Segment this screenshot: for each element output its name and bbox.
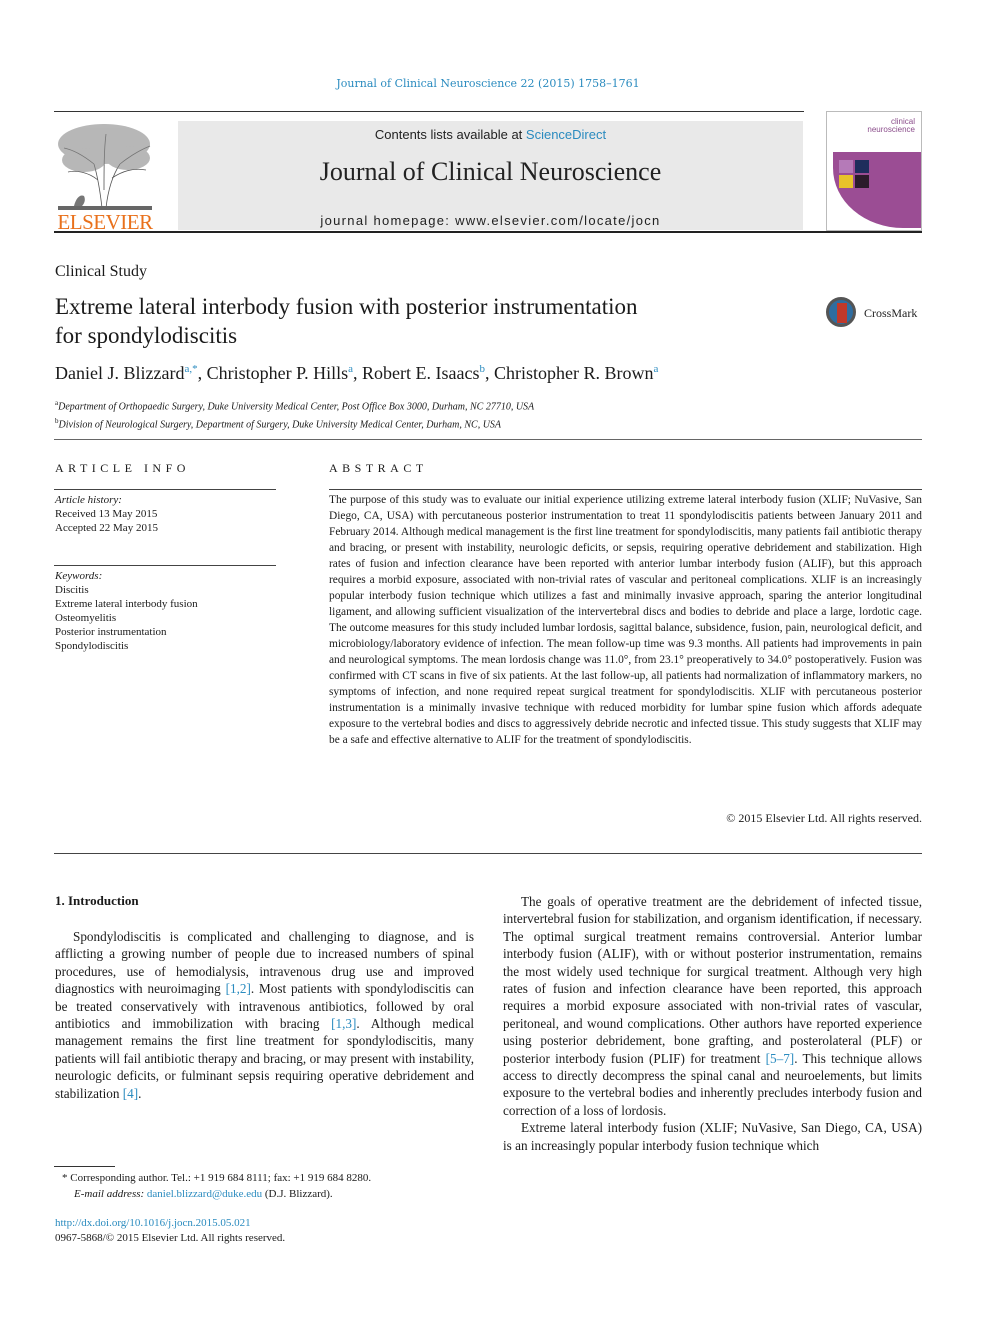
affiliation-list: aDepartment of Orthopaedic Surgery, Duke… <box>55 396 534 433</box>
cover-title-line2: neuroscience <box>867 125 915 134</box>
abstract-bottom-divider <box>54 853 922 854</box>
doi-block: http://dx.doi.org/10.1016/j.jocn.2015.05… <box>55 1216 285 1246</box>
keyword-item: Extreme lateral interbody fusion <box>55 598 198 610</box>
email-label: E-mail address: <box>74 1188 147 1200</box>
abstract-body: The purpose of this study was to evaluat… <box>329 494 922 746</box>
footnote-email-line: E-mail address: daniel.blizzard@duke.edu… <box>62 1186 371 1202</box>
body-column-left: Spondylodiscitis is complicated and chal… <box>55 928 474 1102</box>
cover-image-3 <box>839 175 853 188</box>
article-section-type: Clinical Study <box>55 263 147 280</box>
journal-masthead: Contents lists available at ScienceDirec… <box>178 121 803 230</box>
body-paragraph: Spondylodiscitis is complicated and chal… <box>55 928 474 1102</box>
crossmark-label: CrossMark <box>864 306 918 320</box>
citation-link[interactable]: [5–7] <box>766 1051 795 1066</box>
author-affiliation-mark[interactable]: a,* <box>184 363 197 375</box>
email-suffix: (D.J. Blizzard). <box>262 1188 333 1200</box>
contents-prefix: Contents lists available at <box>374 127 526 142</box>
journal-cover-thumbnail[interactable]: clinical neuroscience <box>826 111 922 231</box>
article-info-divider <box>54 489 276 490</box>
author-name[interactable]: Christopher P. Hills <box>207 363 349 383</box>
abstract-copyright: © 2015 Elsevier Ltd. All rights reserved… <box>726 811 922 825</box>
journal-citation-link[interactable]: Journal of Clinical Neuroscience 22 (201… <box>0 77 976 90</box>
accepted-date: Accepted 22 May 2015 <box>55 522 158 534</box>
header-divider <box>54 111 804 112</box>
crossmark-icon <box>826 297 856 327</box>
footnote-contact: * Corresponding author. Tel.: +1 919 684… <box>62 1172 372 1184</box>
cover-image-2 <box>855 160 869 173</box>
journal-title: Journal of Clinical Neuroscience <box>319 157 662 186</box>
received-date: Received 13 May 2015 <box>55 508 158 520</box>
author-affiliation-mark[interactable]: a <box>348 363 353 375</box>
keywords-divider <box>54 565 276 566</box>
history-label: Article history: <box>55 494 122 506</box>
author-affiliation-mark[interactable]: b <box>479 363 485 375</box>
affiliation-item: aDepartment of Orthopaedic Surgery, Duke… <box>55 396 534 414</box>
affiliation-text: Department of Orthopaedic Surgery, Duke … <box>58 401 535 413</box>
article-title-line1: Extreme lateral interbody fusion with po… <box>55 294 638 319</box>
cover-image-1 <box>839 160 853 173</box>
cover-title: clinical neuroscience <box>867 118 915 134</box>
keyword-item: Osteomyelitis <box>55 612 117 624</box>
author-name[interactable]: Christopher R. Brown <box>494 363 654 383</box>
body-paragraph: Extreme lateral interbody fusion (XLIF; … <box>503 1120 922 1153</box>
citation-link[interactable]: [4] <box>123 1086 138 1101</box>
keywords-label: Keywords: <box>55 570 103 582</box>
keyword-item: Spondylodiscitis <box>55 640 129 652</box>
author-name[interactable]: Daniel J. Blizzard <box>55 363 184 383</box>
affiliation-item: bDivision of Neurological Surgery, Depar… <box>55 414 534 432</box>
author-name[interactable]: Robert E. Isaacs <box>362 363 479 383</box>
email-link[interactable]: daniel.blizzard@duke.edu <box>147 1188 262 1200</box>
author-affiliation-mark[interactable]: a <box>653 363 658 375</box>
masthead-divider <box>54 231 922 233</box>
paragraph-text: . <box>138 1085 142 1101</box>
journal-homepage-link[interactable]: journal homepage: www.elsevier.com/locat… <box>178 213 803 228</box>
article-title-line2: for spondylodiscitis <box>55 323 238 348</box>
contents-line: Contents lists available at ScienceDirec… <box>178 127 803 142</box>
affiliation-divider <box>54 439 922 440</box>
citation-link[interactable]: [1,3] <box>331 1016 356 1031</box>
issn-copyright: 0967-5868/© 2015 Elsevier Ltd. All right… <box>55 1232 286 1244</box>
article-title: Extreme lateral interbody fusion with po… <box>55 292 775 350</box>
keywords-list: Keywords: Discitis Extreme lateral inter… <box>55 569 198 653</box>
section-heading-introduction: 1. Introduction <box>55 893 139 908</box>
footnote-divider <box>54 1166 115 1167</box>
crossmark-button[interactable]: CrossMark <box>826 297 926 333</box>
cover-image-4 <box>855 175 869 188</box>
keyword-item: Posterior instrumentation <box>55 626 167 638</box>
sciencedirect-link[interactable]: ScienceDirect <box>526 127 606 142</box>
citation-link[interactable]: [1,2] <box>226 981 251 996</box>
keyword-item: Discitis <box>55 584 89 596</box>
abstract-heading: ABSTRACT <box>329 461 428 475</box>
abstract-divider <box>329 489 922 490</box>
affiliation-text: Division of Neurological Surgery, Depart… <box>58 419 502 431</box>
article-info-heading: ARTICLE INFO <box>55 461 190 475</box>
article-history: Article history: Received 13 May 2015 Ac… <box>55 493 158 535</box>
body-column-right: The goals of operative treatment are the… <box>503 893 922 1154</box>
corresponding-author-footnote: * Corresponding author. Tel.: +1 919 684… <box>62 1170 371 1202</box>
body-paragraph: The goals of operative treatment are the… <box>503 893 922 1119</box>
doi-link[interactable]: http://dx.doi.org/10.1016/j.jocn.2015.05… <box>55 1216 285 1231</box>
paragraph-text: The goals of operative treatment are the… <box>503 894 922 1066</box>
author-list: Daniel J. Blizzarda,*, Christopher P. Hi… <box>55 363 659 383</box>
